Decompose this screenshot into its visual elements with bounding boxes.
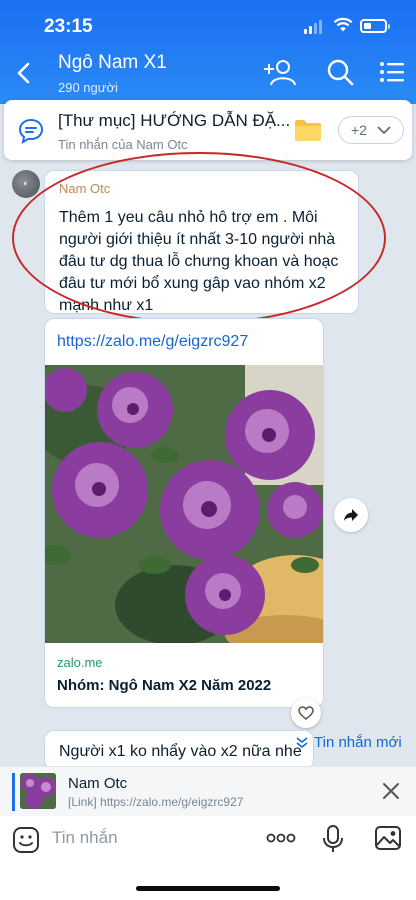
pinned-message-banner[interactable]: [Thư mục] HƯỚNG DẪN ĐẶ... Tin nhắn của N… [4,100,412,160]
close-icon[interactable] [381,781,401,801]
search-icon[interactable] [326,58,354,86]
image-icon[interactable] [374,824,402,852]
new-messages-button[interactable]: Tin nhắn mới [296,734,402,751]
add-member-icon[interactable] [264,58,300,88]
status-time: 23:15 [44,16,93,37]
wifi-icon [333,17,353,32]
new-messages-label: Tin nhắn mới [314,734,402,751]
reply-accent-bar [12,773,15,811]
cellular-signal-icon [304,20,322,34]
chat-bubble-icon [18,118,44,144]
chevron-down-icon [377,126,391,135]
home-indicator [136,886,280,891]
link-domain: zalo.me [57,655,103,670]
share-button[interactable] [334,498,368,532]
link-card[interactable]: https://zalo.me/g/eigzrc927 zalo.me Nhóm… [44,318,324,708]
double-chevron-down-icon [296,736,308,748]
back-icon[interactable] [12,58,36,88]
reply-link-text: [Link] https://zalo.me/g/eigzrc927 [68,795,244,809]
status-bar: 23:15 [0,0,416,44]
link-preview-image[interactable] [45,365,323,643]
link-title: Nhóm: Ngô Nam X2 Năm 2022 [57,677,272,694]
message-bubble[interactable]: Nam Otc Thêm 1 yeu câu nhỏ hô trợ em . M… [44,170,359,314]
emoji-icon[interactable] [12,826,40,854]
message-bubble[interactable]: Người x1 ko nhẩy vào x2 nữa nhe [44,730,314,770]
menu-list-icon[interactable] [378,58,406,86]
microphone-icon[interactable] [322,824,344,854]
more-options-icon[interactable] [266,828,296,848]
battery-icon [360,19,390,33]
avatar[interactable]: ◐ [12,170,40,198]
react-heart-button[interactable] [291,698,321,728]
reply-thumbnail [20,773,56,809]
chat-title[interactable]: Ngô Nam X1 [58,52,167,74]
sender-name: Nam Otc [59,181,111,196]
message-text: Người x1 ko nhẩy vào x2 nữa nhe [59,743,302,760]
more-pinned-count: +2 [351,122,367,138]
reply-sender: Nam Otc [68,775,128,792]
chat-header: 23:15 Ngô Nam X1 290 người [0,0,416,104]
reply-preview: Nam Otc [Link] https://zalo.me/g/eigzrc9… [0,766,416,816]
share-forward-icon [344,509,358,521]
message-composer: Tin nhắn [0,816,416,900]
more-pinned-button[interactable]: +2 [338,116,404,144]
folder-icon [295,120,321,141]
link-url[interactable]: https://zalo.me/g/eigzrc927 [57,333,248,351]
message-input[interactable]: Tin nhắn [52,828,118,848]
pinned-title: [Thư mục] HƯỚNG DẪN ĐẶ... [58,111,291,130]
heart-icon [298,706,314,720]
pinned-subtitle: Tin nhắn của Nam Otc [58,137,188,152]
message-text: Thêm 1 yeu câu nhỏ hô trợ em . Môi người… [59,209,339,314]
member-count: 290 người [58,80,118,95]
